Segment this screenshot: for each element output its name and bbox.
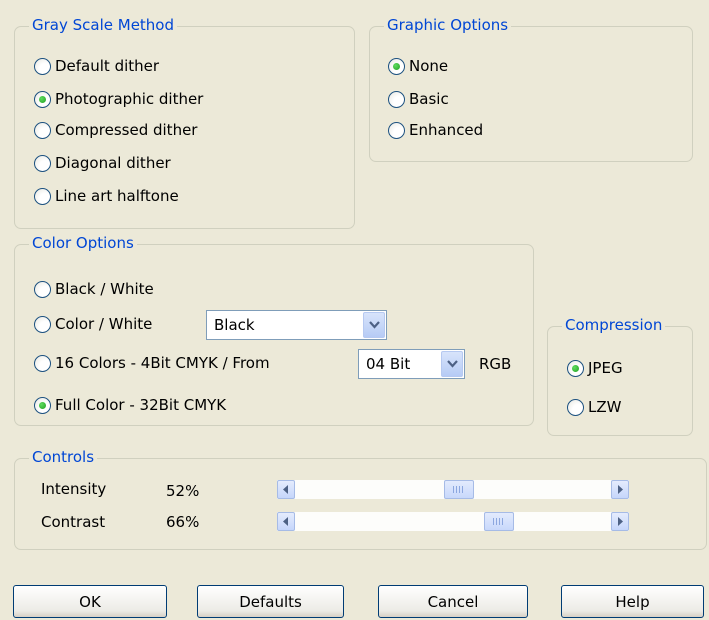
radio-button[interactable]: [388, 57, 405, 75]
radio-line-art-halftone[interactable]: Line art halftone: [34, 184, 179, 208]
radio-label: Line art halftone: [55, 187, 179, 205]
contrast-value: 66%: [166, 513, 200, 531]
compression-legend: Compression: [562, 314, 666, 336]
arrow-right-icon[interactable]: [611, 512, 629, 531]
radio-compressed-dither[interactable]: Compressed dither: [34, 118, 197, 142]
gray-scale-legend: Gray Scale Method: [29, 14, 178, 36]
contrast-slider-thumb[interactable]: [483, 512, 514, 531]
radio-label: Basic: [409, 90, 449, 108]
radio-button[interactable]: [34, 396, 51, 414]
compression-group: Compression: [547, 314, 693, 436]
help-button[interactable]: Help: [561, 585, 704, 618]
radio-button[interactable]: [34, 354, 51, 372]
radio-label: Color / White: [55, 315, 153, 333]
radio-diagonal-dither[interactable]: Diagonal dither: [34, 151, 171, 175]
intensity-value: 52%: [166, 482, 200, 500]
intensity-slider[interactable]: [277, 480, 629, 499]
radio-label: Black / White: [55, 280, 154, 298]
color-select-value: Black: [214, 316, 255, 334]
cancel-button[interactable]: Cancel: [378, 585, 528, 618]
color-select[interactable]: Black: [206, 310, 387, 340]
arrow-right-icon[interactable]: [611, 480, 629, 499]
defaults-button[interactable]: Defaults: [197, 585, 344, 618]
radio-graphic-enhanced[interactable]: Enhanced: [388, 118, 483, 142]
radio-label: JPEG: [588, 359, 623, 377]
radio-label: Enhanced: [409, 121, 484, 139]
radio-color-white[interactable]: Color / White: [34, 312, 152, 336]
radio-label: Default dither: [55, 57, 160, 75]
radio-button[interactable]: [34, 57, 51, 75]
radio-full-color[interactable]: Full Color - 32Bit CMYK: [34, 393, 226, 417]
radio-button[interactable]: [34, 90, 51, 108]
radio-jpeg[interactable]: JPEG: [567, 356, 623, 380]
radio-button[interactable]: [388, 121, 405, 139]
rgb-label: RGB: [479, 355, 512, 373]
radio-button[interactable]: [567, 359, 584, 377]
contrast-slider[interactable]: [277, 512, 629, 531]
radio-label: Photographic dither: [55, 90, 204, 108]
radio-label: Compressed dither: [55, 121, 198, 139]
controls-legend: Controls: [29, 446, 98, 468]
color-options-legend: Color Options: [29, 232, 137, 254]
controls-group: Controls: [14, 446, 707, 550]
graphic-options-legend: Graphic Options: [384, 14, 512, 36]
radio-label: Diagonal dither: [55, 154, 171, 172]
radio-button[interactable]: [34, 121, 51, 139]
intensity-label: Intensity: [41, 480, 107, 498]
radio-button[interactable]: [34, 315, 51, 333]
bit-select-value: 04 Bit: [366, 355, 411, 373]
radio-button[interactable]: [567, 398, 584, 416]
radio-button[interactable]: [34, 187, 51, 205]
radio-button[interactable]: [388, 90, 405, 108]
intensity-slider-thumb[interactable]: [443, 480, 474, 499]
radio-button[interactable]: [34, 154, 51, 172]
contrast-label: Contrast: [41, 513, 106, 531]
radio-graphic-basic[interactable]: Basic: [388, 87, 449, 111]
chevron-down-icon[interactable]: [441, 351, 463, 377]
radio-label: 16 Colors - 4Bit CMYK / From: [55, 354, 270, 372]
arrow-left-icon[interactable]: [277, 480, 295, 499]
radio-label: None: [409, 57, 449, 75]
radio-photographic-dither[interactable]: Photographic dither: [34, 87, 203, 111]
dialog: Gray Scale Method Default dither Photogr…: [0, 0, 709, 620]
radio-label: Full Color - 32Bit CMYK: [55, 396, 227, 414]
radio-lzw[interactable]: LZW: [567, 395, 621, 419]
radio-16-colors[interactable]: 16 Colors - 4Bit CMYK / From: [34, 351, 270, 375]
radio-graphic-none[interactable]: None: [388, 54, 448, 78]
radio-black-white[interactable]: Black / White: [34, 277, 154, 301]
radio-label: LZW: [588, 398, 622, 416]
ok-button[interactable]: OK: [13, 585, 167, 618]
radio-button[interactable]: [34, 280, 51, 298]
bit-select[interactable]: 04 Bit: [358, 349, 465, 379]
arrow-left-icon[interactable]: [277, 512, 295, 531]
chevron-down-icon[interactable]: [363, 312, 385, 338]
radio-default-dither[interactable]: Default dither: [34, 54, 159, 78]
